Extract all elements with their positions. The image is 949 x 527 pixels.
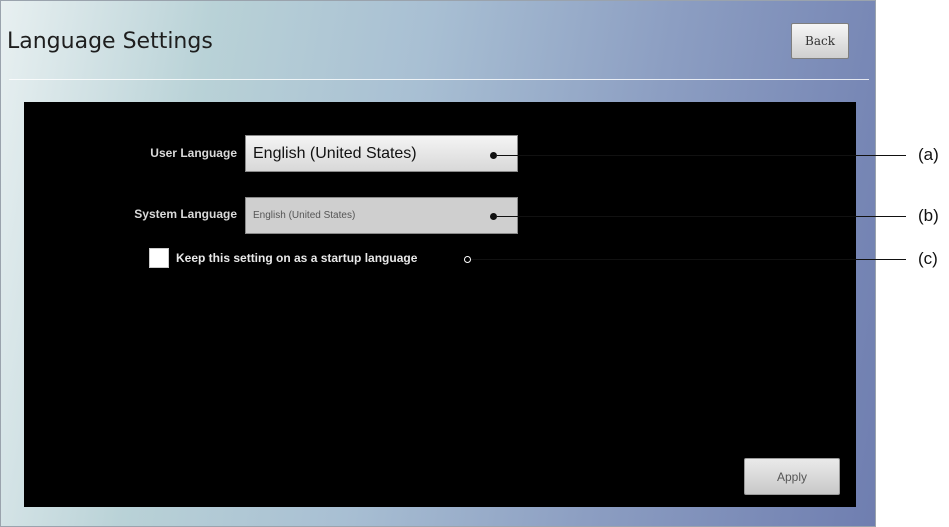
callout-label-b: (b) — [918, 206, 939, 225]
callout-label-a: (a) — [918, 145, 939, 164]
startup-language-label: Keep this setting on as a startup langua… — [176, 251, 418, 265]
system-language-value: English (United States) — [253, 210, 356, 221]
apply-button[interactable]: Apply — [744, 458, 840, 495]
back-button[interactable]: Back — [791, 23, 849, 59]
user-language-label: User Language — [150, 146, 237, 160]
startup-language-checkbox[interactable] — [149, 248, 169, 268]
callout-marker-a — [490, 152, 497, 159]
callout-line-c — [471, 259, 906, 260]
page-title: Language Settings — [7, 29, 213, 54]
language-settings-window: Language Settings Back User Language Eng… — [0, 0, 939, 527]
system-language-label: System Language — [134, 207, 237, 221]
callout-label-c: (c) — [918, 249, 938, 268]
callout-marker-c — [464, 256, 471, 263]
callout-line-b — [497, 216, 906, 217]
callout-line-a — [497, 155, 906, 156]
user-language-dropdown[interactable]: English (United States) — [245, 135, 518, 172]
callout-marker-b — [490, 213, 497, 220]
system-language-dropdown: English (United States) — [245, 197, 518, 234]
user-language-value: English (United States) — [253, 144, 417, 162]
header-divider — [9, 79, 869, 80]
